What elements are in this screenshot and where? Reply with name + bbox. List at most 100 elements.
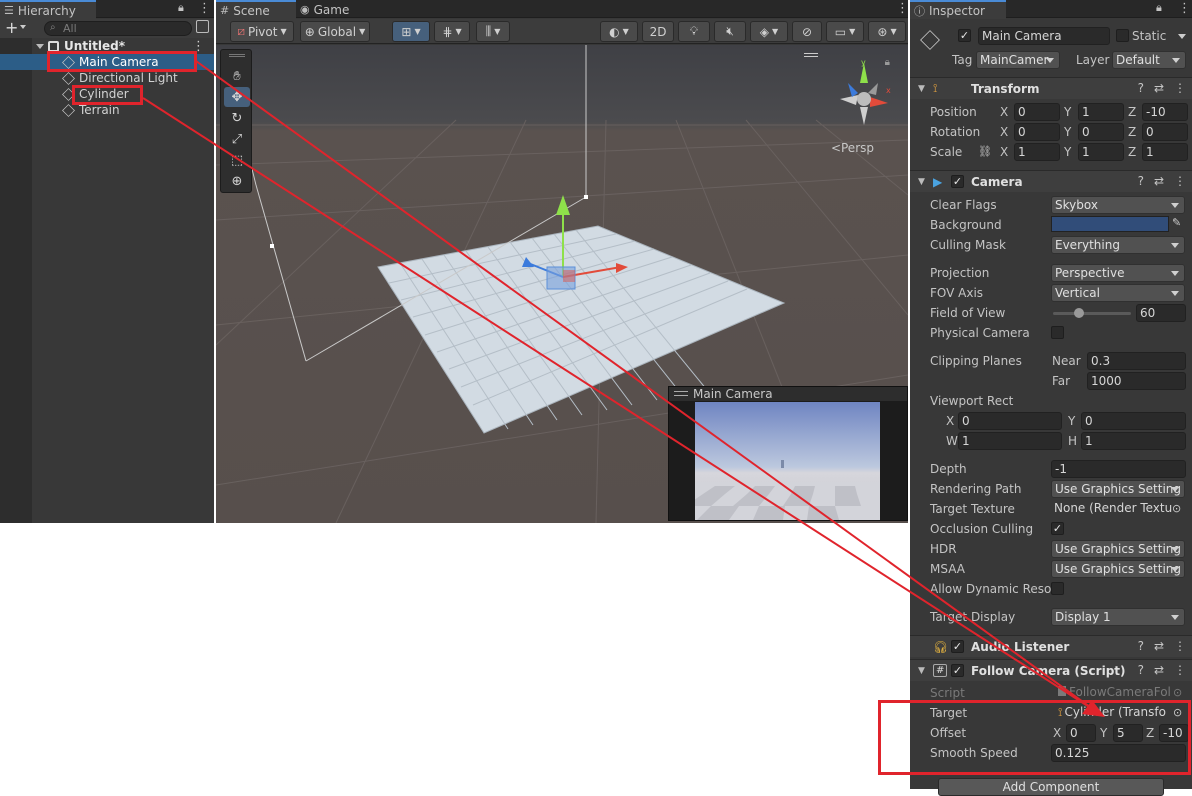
- hdr-dropdown[interactable]: Use Graphics Setting: [1051, 540, 1185, 558]
- orientation-gizmo[interactable]: y x: [834, 59, 894, 129]
- scene-viewport[interactable]: ✋︎ ✥ ↻ ⤢ ⬚ ⊕ 🔒︎ y x <Persp Main Camera: [216, 45, 908, 523]
- search-input[interactable]: ⌕ All: [44, 21, 192, 36]
- camera-header[interactable]: ▼ ▶ ✓ Camera ? ⇄ ⋮: [910, 170, 1192, 192]
- kebab-menu-icon[interactable]: ⋮: [896, 1, 909, 16]
- chevron-down-icon[interactable]: [20, 25, 26, 29]
- help-icon[interactable]: ?: [1138, 81, 1144, 95]
- hand-tool[interactable]: ✋︎: [224, 66, 250, 86]
- rotate-tool[interactable]: ↻: [224, 108, 250, 128]
- eyedropper-icon[interactable]: ✎: [1172, 216, 1181, 229]
- msaa-dropdown[interactable]: Use Graphics Setting: [1051, 560, 1185, 578]
- help-icon[interactable]: ?: [1138, 174, 1144, 188]
- scale-x-field[interactable]: 1: [1014, 143, 1060, 161]
- rotation-y-field[interactable]: 0: [1078, 123, 1124, 141]
- viewport-x-field[interactable]: 0: [958, 412, 1062, 430]
- draw-mode-button[interactable]: ◐ ▼: [600, 21, 638, 42]
- presets-icon[interactable]: ⇄: [1154, 663, 1164, 677]
- depth-field[interactable]: -1: [1051, 460, 1186, 478]
- move-tool[interactable]: ✥: [224, 87, 250, 107]
- effects-button[interactable]: ◈ ▼: [750, 21, 788, 42]
- kebab-menu-icon[interactable]: ⋮: [1174, 663, 1186, 677]
- add-component-button[interactable]: Add Component: [938, 778, 1164, 796]
- viewport-y-field[interactable]: 0: [1081, 412, 1186, 430]
- tag-dropdown[interactable]: MainCamer: [976, 51, 1060, 69]
- tab-inspector[interactable]: ⓘ Inspector: [910, 0, 1006, 19]
- presets-icon[interactable]: ⇄: [1154, 174, 1164, 188]
- kebab-menu-icon[interactable]: ⋮: [1174, 174, 1186, 188]
- rendering-path-dropdown[interactable]: Use Graphics Setting: [1051, 480, 1185, 498]
- camera-preview-header[interactable]: Main Camera: [669, 387, 907, 401]
- gizmos-button[interactable]: ⊛ ▼: [868, 21, 906, 42]
- fov-axis-dropdown[interactable]: Vertical: [1051, 284, 1185, 302]
- fov-slider-thumb[interactable]: [1073, 308, 1084, 318]
- viewport-h-field[interactable]: 1: [1081, 432, 1186, 450]
- follow-camera-enabled-checkbox[interactable]: ✓: [951, 664, 964, 677]
- audio-listener-enabled-checkbox[interactable]: ✓: [951, 640, 964, 653]
- culling-mask-dropdown[interactable]: Everything: [1051, 236, 1185, 254]
- align-button[interactable]: ⫼ ▼: [476, 21, 510, 42]
- target-texture-field[interactable]: None (Render Textu: [1051, 500, 1175, 518]
- follow-camera-header[interactable]: ▼ # ✓ Follow Camera (Script) ? ⇄ ⋮: [910, 659, 1192, 681]
- hidden-objects-toggle[interactable]: ⊘: [792, 21, 822, 42]
- position-x-field[interactable]: 0: [1014, 103, 1060, 121]
- scale-z-field[interactable]: 1: [1142, 143, 1188, 161]
- transform-header[interactable]: ▼ ⟟ Transform ? ⇄ ⋮: [910, 77, 1192, 99]
- projection-label[interactable]: <Persp: [831, 141, 874, 155]
- audio-toggle[interactable]: 🔇︎: [714, 21, 746, 42]
- position-z-field[interactable]: -10: [1142, 103, 1188, 121]
- camera-settings-button[interactable]: ▭ ▼: [826, 21, 864, 42]
- kebab-menu-icon[interactable]: ⋮: [1174, 639, 1186, 653]
- scene-visibility-icon[interactable]: [196, 20, 209, 33]
- near-field[interactable]: 0.3: [1087, 352, 1186, 370]
- camera-enabled-checkbox[interactable]: ✓: [951, 175, 964, 188]
- grid-snap-button[interactable]: ⊞ ▼: [392, 21, 430, 42]
- tab-scene[interactable]: # Scene: [216, 0, 296, 19]
- allow-dynamic-resolution-checkbox[interactable]: [1051, 582, 1064, 595]
- audio-listener-header[interactable]: 🎧︎ ✓ Audio Listener ? ⇄ ⋮: [910, 635, 1192, 657]
- lock-icon[interactable]: 🔒︎: [1156, 1, 1162, 15]
- target-display-dropdown[interactable]: Display 1: [1051, 608, 1185, 626]
- far-field[interactable]: 1000: [1087, 372, 1186, 390]
- chevron-down-icon[interactable]: [1178, 34, 1186, 39]
- physical-camera-checkbox[interactable]: [1051, 326, 1064, 339]
- kebab-menu-icon[interactable]: ⋮: [1174, 81, 1186, 95]
- viewport-w-field[interactable]: 1: [958, 432, 1062, 450]
- tab-hierarchy[interactable]: ☰ Hierarchy: [0, 0, 96, 19]
- clear-flags-dropdown[interactable]: Skybox: [1051, 196, 1185, 214]
- scale-y-field[interactable]: 1: [1078, 143, 1124, 161]
- increment-snap-button[interactable]: ⋕ ▼: [434, 21, 470, 42]
- lighting-toggle[interactable]: 💡︎: [678, 21, 710, 42]
- rotation-x-field[interactable]: 0: [1014, 123, 1060, 141]
- hierarchy-item-directional-light[interactable]: Directional Light: [0, 70, 214, 86]
- presets-icon[interactable]: ⇄: [1154, 81, 1164, 95]
- presets-icon[interactable]: ⇄: [1154, 639, 1164, 653]
- rotation-z-field[interactable]: 0: [1142, 123, 1188, 141]
- global-dropdown[interactable]: ⊕ Global ▼: [300, 21, 370, 42]
- layer-dropdown[interactable]: Default: [1112, 51, 1186, 69]
- pivot-dropdown[interactable]: ⧄ Pivot ▼: [230, 21, 294, 42]
- 2d-toggle[interactable]: 2D: [642, 21, 674, 42]
- tab-game[interactable]: ◉ Game: [296, 0, 355, 19]
- kebab-menu-icon[interactable]: ⋮: [198, 1, 211, 16]
- chevron-down-icon[interactable]: [36, 43, 44, 49]
- rect-tool[interactable]: ⬚: [224, 150, 250, 170]
- position-y-field[interactable]: 1: [1078, 103, 1124, 121]
- transform-tool[interactable]: ⊕: [224, 171, 250, 191]
- background-color-field[interactable]: [1051, 216, 1169, 232]
- fov-slider[interactable]: [1053, 308, 1131, 318]
- add-icon[interactable]: +: [5, 19, 18, 37]
- link-icon[interactable]: ⛓︎: [978, 145, 992, 158]
- object-name-field[interactable]: Main Camera: [978, 27, 1110, 45]
- tool-palette-handle[interactable]: [229, 54, 245, 57]
- lock-icon[interactable]: 🔒︎: [178, 1, 184, 15]
- help-icon[interactable]: ?: [1138, 639, 1144, 653]
- fov-field[interactable]: 60: [1136, 304, 1186, 322]
- object-picker-icon[interactable]: ⊙: [1172, 502, 1181, 515]
- help-icon[interactable]: ?: [1138, 663, 1144, 677]
- static-checkbox[interactable]: [1116, 29, 1129, 42]
- projection-dropdown[interactable]: Perspective: [1051, 264, 1185, 282]
- occlusion-culling-checkbox[interactable]: ✓: [1051, 522, 1064, 535]
- scale-tool[interactable]: ⤢: [224, 129, 250, 149]
- active-checkbox[interactable]: ✓: [958, 29, 971, 42]
- kebab-menu-icon[interactable]: ⋮: [1178, 1, 1191, 16]
